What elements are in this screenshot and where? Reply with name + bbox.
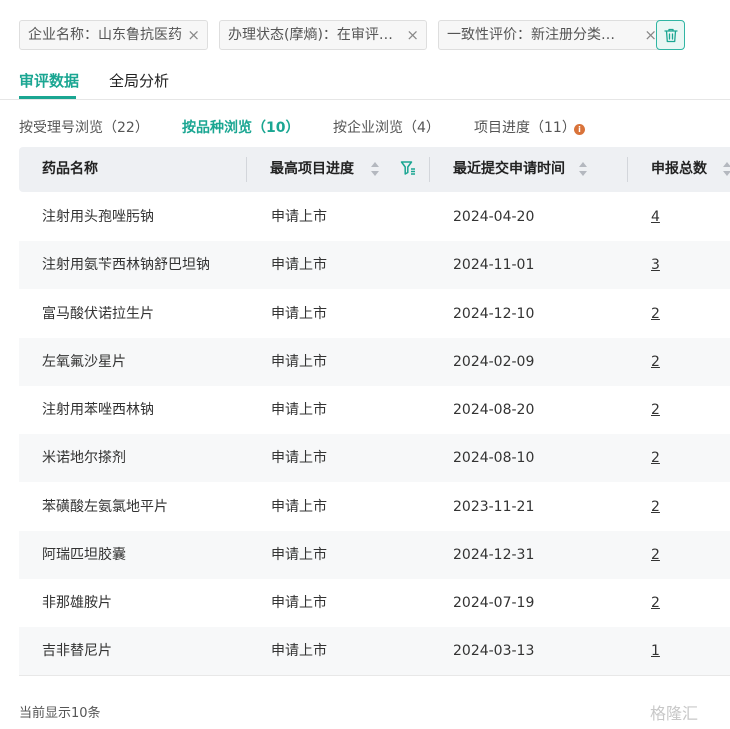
tab-global-analysis[interactable]: 全局分析 — [109, 70, 169, 92]
column-header-latest-date: 最近提交申请时间 — [453, 161, 565, 177]
filter-chip-status[interactable]: 办理状态(摩熵)：在审评… × — [219, 20, 427, 50]
filter-chip-label: 办理状态(摩熵)：在审评… — [228, 27, 393, 43]
column-header-progress: 最高项目进度 — [270, 161, 354, 177]
sort-icon[interactable] — [579, 162, 587, 178]
cell-date: 2023-11-21 — [453, 499, 535, 515]
cell-count-link[interactable]: 4 — [651, 193, 660, 241]
cell-progress: 申请上市 — [271, 354, 327, 370]
cell-count-link[interactable]: 2 — [651, 290, 660, 338]
cell-count-link[interactable]: 2 — [651, 531, 660, 579]
cell-date: 2024-07-19 — [453, 595, 535, 611]
cell-date: 2024-12-10 — [453, 306, 535, 322]
cell-count-link[interactable]: 3 — [651, 241, 660, 289]
column-divider — [429, 157, 430, 182]
cell-count-link[interactable]: 2 — [651, 434, 660, 482]
cell-drug-name: 阿瑞匹坦胶囊 — [42, 547, 126, 563]
filter-chip-bar: 企业名称：山东鲁抗医药 × 办理状态(摩熵)：在审评… × 一致性评价：新注册分… — [19, 20, 730, 50]
divider — [19, 675, 730, 676]
cell-drug-name: 富马酸伏诺拉生片 — [42, 306, 154, 322]
cell-progress: 申请上市 — [271, 257, 327, 273]
cell-drug-name: 非那雄胺片 — [42, 595, 112, 611]
close-icon[interactable]: × — [406, 21, 419, 49]
cell-drug-name: 注射用头孢唑肟钠 — [42, 209, 154, 225]
cell-drug-name: 苯磺酸左氨氯地平片 — [42, 499, 168, 515]
cell-count-link[interactable]: 2 — [651, 579, 660, 627]
clear-filters-button[interactable] — [656, 20, 685, 50]
subtab-project-progress[interactable]: 项目进度（11） — [474, 117, 576, 139]
table-row[interactable]: 注射用头孢唑肟钠 申请上市 2024-04-20 4 — [19, 193, 730, 241]
info-icon[interactable]: i — [574, 124, 585, 135]
table-row[interactable]: 注射用氨苄西林钠舒巴坦钠 申请上市 2024-11-01 3 — [19, 241, 730, 289]
tab-review-data[interactable]: 审评数据 — [19, 70, 79, 92]
trash-icon — [663, 28, 678, 42]
cell-progress: 申请上市 — [271, 306, 327, 322]
table-row[interactable]: 非那雄胺片 申请上市 2024-07-19 2 — [19, 579, 730, 627]
cell-date: 2024-08-10 — [453, 450, 535, 466]
sort-icon[interactable] — [723, 162, 730, 178]
filter-chip-consistency[interactable]: 一致性评价：新注册分类… × — [438, 20, 665, 50]
table-row[interactable]: 吉非替尼片 申请上市 2024-03-13 1 — [19, 627, 730, 675]
filter-chip-company[interactable]: 企业名称：山东鲁抗医药 × — [19, 20, 208, 50]
column-divider — [246, 157, 247, 182]
filter-chip-label: 一致性评价：新注册分类… — [447, 27, 615, 43]
cell-count-link[interactable]: 2 — [651, 338, 660, 386]
cell-date: 2024-12-31 — [453, 547, 535, 563]
cell-progress: 申请上市 — [271, 209, 327, 225]
subtab-by-company[interactable]: 按企业浏览（4） — [333, 117, 440, 139]
cell-progress: 申请上市 — [271, 547, 327, 563]
cell-drug-name: 注射用氨苄西林钠舒巴坦钠 — [42, 257, 210, 273]
cell-date: 2024-04-20 — [453, 209, 535, 225]
watermark-logo: 格隆汇 — [650, 704, 699, 723]
divider — [0, 99, 730, 100]
column-divider — [627, 157, 628, 182]
filter-chip-label: 企业名称：山东鲁抗医药 — [28, 27, 182, 43]
table-row[interactable]: 富马酸伏诺拉生片 申请上市 2024-12-10 2 — [19, 290, 730, 338]
cell-count-link[interactable]: 2 — [651, 483, 660, 531]
cell-drug-name: 左氧氟沙星片 — [42, 354, 126, 370]
subtab-by-acceptance-no[interactable]: 按受理号浏览（22） — [19, 117, 149, 139]
cell-date: 2024-08-20 — [453, 402, 535, 418]
sort-icon[interactable] — [371, 162, 379, 178]
cell-date: 2024-02-09 — [453, 354, 535, 370]
table-row[interactable]: 米诺地尔搽剂 申请上市 2024-08-10 2 — [19, 434, 730, 482]
cell-drug-name: 吉非替尼片 — [42, 643, 112, 659]
cell-date: 2024-03-13 — [453, 643, 535, 659]
table-row[interactable]: 阿瑞匹坦胶囊 申请上市 2024-12-31 2 — [19, 531, 730, 579]
cell-progress: 申请上市 — [271, 643, 327, 659]
table-header: 药品名称 最高项目进度 最近提交申请时间 申报总数 — [19, 147, 730, 192]
table-row[interactable]: 左氧氟沙星片 申请上市 2024-02-09 2 — [19, 338, 730, 386]
row-count-text: 当前显示10条 — [19, 706, 101, 721]
cell-progress: 申请上市 — [271, 402, 327, 418]
filter-icon[interactable] — [400, 160, 416, 176]
close-icon[interactable]: × — [187, 21, 200, 49]
table-row[interactable]: 苯磺酸左氨氯地平片 申请上市 2023-11-21 2 — [19, 483, 730, 531]
cell-progress: 申请上市 — [271, 595, 327, 611]
cell-progress: 申请上市 — [271, 499, 327, 515]
subtab-by-variety[interactable]: 按品种浏览（10） — [182, 117, 299, 139]
cell-count-link[interactable]: 1 — [651, 627, 660, 675]
cell-progress: 申请上市 — [271, 450, 327, 466]
cell-count-link[interactable]: 2 — [651, 386, 660, 434]
table-row[interactable]: 注射用苯唑西林钠 申请上市 2024-08-20 2 — [19, 386, 730, 434]
cell-drug-name: 注射用苯唑西林钠 — [42, 402, 154, 418]
cell-date: 2024-11-01 — [453, 257, 535, 273]
column-header-total-count: 申报总数 — [651, 161, 707, 177]
column-header-drug-name: 药品名称 — [42, 161, 98, 177]
cell-drug-name: 米诺地尔搽剂 — [42, 450, 126, 466]
